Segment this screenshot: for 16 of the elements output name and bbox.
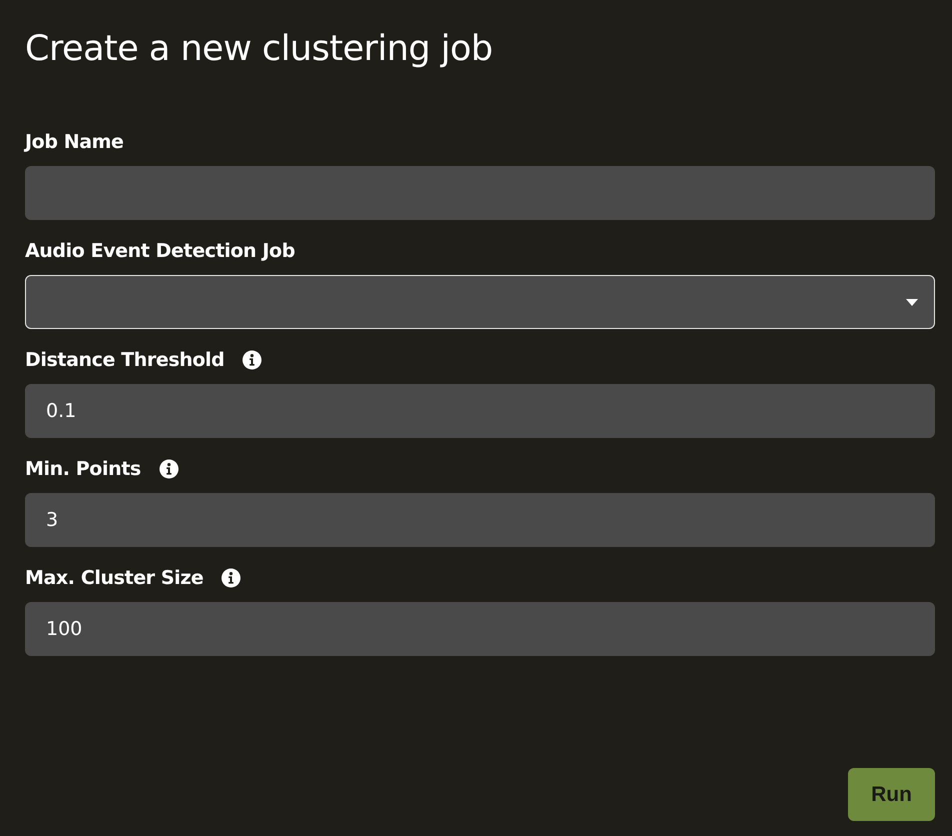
field-label: Distance Threshold [25,349,224,371]
dropdown-field[interactable] [25,275,935,329]
info-icon[interactable] [221,568,242,588]
field-label: Audio Event Detection Job [25,240,295,262]
caret-icon [906,298,918,306]
input-field[interactable] [25,166,935,220]
info-icon[interactable] [242,350,262,370]
field-label: Min. Points [25,458,141,480]
info-icon[interactable] [158,459,179,479]
field-label: Job Name [25,131,124,153]
input-field[interactable]: 0.1 [25,384,935,438]
field-label: Max. Cluster Size [25,567,204,589]
dialog-title: Create a new clustering job [25,28,494,71]
input-field[interactable]: 3 [25,493,935,547]
run-button[interactable]: Run [848,768,935,821]
input-field[interactable]: 100 [25,602,935,656]
